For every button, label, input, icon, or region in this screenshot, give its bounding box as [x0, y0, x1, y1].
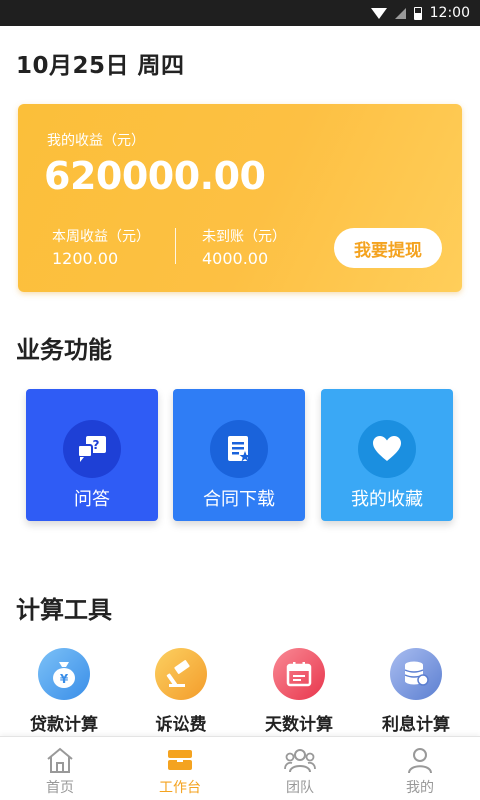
tab-home[interactable]: 首页	[0, 737, 120, 800]
calendar-icon	[273, 648, 325, 700]
tab-workbench[interactable]: 工作台	[120, 737, 240, 800]
tab-team-label: 团队	[286, 780, 314, 796]
workbench-icon	[164, 745, 196, 775]
date-title: 10月25日 周四	[16, 53, 185, 79]
earnings-divider	[175, 228, 176, 264]
bottom-tab-bar: 首页 工作台 团队 我的	[0, 736, 480, 800]
total-earnings-value: 620000.00	[44, 154, 266, 198]
tools-section-title: 计算工具	[16, 596, 112, 624]
withdraw-button[interactable]: 我要提现	[334, 228, 442, 268]
tool-litigation-label: 诉讼费	[155, 715, 207, 735]
feature-contract-label: 合同下载	[203, 489, 275, 510]
tool-interest-calculator[interactable]: 利息计算	[361, 648, 471, 735]
team-icon	[284, 745, 316, 775]
feature-favorites[interactable]: 我的收藏	[321, 389, 453, 521]
earnings-card: 我的收益（元） 620000.00 本周收益（元） 1200.00 未到账（元）…	[18, 104, 462, 292]
wifi-icon	[370, 7, 387, 19]
tool-loan-calculator[interactable]: ¥ 贷款计算	[9, 648, 119, 735]
status-time: 12:00	[429, 5, 470, 21]
tool-days-label: 天数计算	[265, 715, 333, 735]
battery-icon	[413, 6, 422, 20]
tab-profile[interactable]: 我的	[360, 737, 480, 800]
week-earnings-value: 1200.00	[52, 249, 119, 268]
tool-interest-label: 利息计算	[382, 715, 450, 735]
heart-icon	[358, 420, 416, 478]
tab-home-label: 首页	[46, 780, 74, 796]
feature-qa[interactable]: ? 问答	[26, 389, 158, 521]
tool-litigation-fee[interactable]: 诉讼费	[126, 648, 236, 735]
status-bar: 12:00	[0, 0, 480, 26]
tool-days-calculator[interactable]: 天数计算	[244, 648, 354, 735]
coins-icon	[390, 648, 442, 700]
signal-icon	[394, 7, 406, 19]
gavel-icon	[155, 648, 207, 700]
svg-text:?: ?	[93, 438, 100, 452]
svg-text:¥: ¥	[60, 672, 69, 686]
pending-value: 4000.00	[202, 249, 269, 268]
week-earnings-label: 本周收益（元）	[52, 229, 150, 245]
feature-contract-download[interactable]: 合同下载	[173, 389, 305, 521]
total-earnings-label: 我的收益（元）	[47, 133, 145, 149]
feature-favorites-label: 我的收藏	[351, 489, 423, 510]
home-icon	[44, 745, 76, 775]
tool-loan-label: 贷款计算	[30, 715, 98, 735]
qa-icon: ?	[63, 420, 121, 478]
contract-icon	[210, 420, 268, 478]
money-bag-icon: ¥	[38, 648, 90, 700]
tab-workbench-label: 工作台	[159, 780, 201, 796]
tab-profile-label: 我的	[406, 780, 434, 796]
feature-qa-label: 问答	[74, 489, 110, 510]
pending-label: 未到账（元）	[202, 229, 286, 245]
profile-icon	[404, 745, 436, 775]
business-section-title: 业务功能	[16, 336, 112, 364]
tab-team[interactable]: 团队	[240, 737, 360, 800]
